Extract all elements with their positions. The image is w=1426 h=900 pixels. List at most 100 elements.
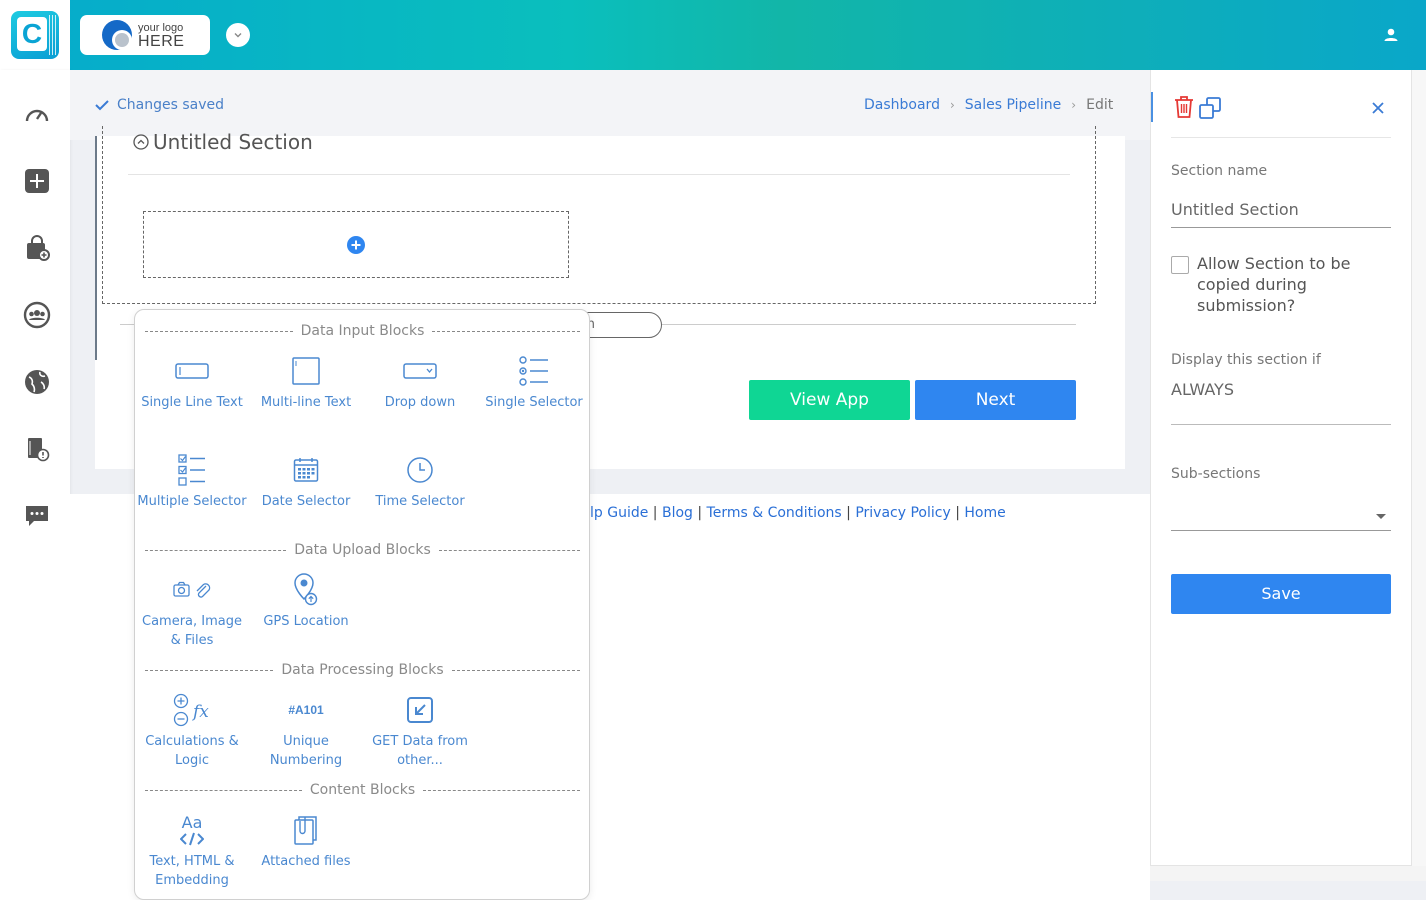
panel-header-divider <box>1171 137 1391 138</box>
section-divider <box>128 174 1070 175</box>
app-store-bag-icon[interactable] <box>22 233 52 263</box>
footer-link-blog[interactable]: Blog <box>662 505 693 521</box>
duplicate-copy-icon[interactable] <box>1198 96 1222 120</box>
delete-trash-icon[interactable] <box>1173 95 1195 119</box>
group-title-data-upload: Data Upload Blocks <box>294 542 431 558</box>
palette-group-header: Content Blocks <box>145 780 581 800</box>
attached-files-icon <box>294 816 317 845</box>
get-data-icon <box>407 697 433 723</box>
canvas-left-accent <box>95 136 97 360</box>
code-brackets-icon <box>180 832 204 846</box>
panel-bottom-shadow <box>1150 866 1426 881</box>
breadcrumb-sales-pipeline[interactable]: Sales Pipeline <box>965 97 1062 113</box>
globe-icon[interactable] <box>22 367 52 397</box>
close-icon[interactable] <box>1372 102 1384 114</box>
section-name-underline <box>1171 227 1391 228</box>
save-button[interactable]: Save <box>1171 574 1391 614</box>
chevron-down-icon <box>234 33 242 38</box>
svg-text:fx: fx <box>191 702 209 722</box>
brand-big-text: HERE <box>138 33 185 50</box>
dropdown-arrow-icon <box>1376 514 1386 519</box>
app-logo-icon: C <box>11 11 59 59</box>
block-palette: Data Input Blocks Single Line Text Multi… <box>134 309 590 900</box>
group-title-content: Content Blocks <box>309 782 416 798</box>
block-camera-image-files[interactable]: Camera, Image & Files <box>135 570 249 650</box>
dashboard-gauge-icon[interactable] <box>22 100 52 130</box>
section-title: Untitled Section <box>153 130 313 154</box>
dropdown-icon <box>403 363 437 379</box>
add-block-dropzone[interactable] <box>143 211 569 278</box>
block-get-data[interactable]: GET Data from other... <box>363 690 477 770</box>
footer-link-guide[interactable]: lp Guide <box>590 505 648 521</box>
display-if-label: Display this section if <box>1171 352 1321 368</box>
add-app-icon[interactable] <box>22 166 52 196</box>
section-header[interactable]: Untitled Section <box>133 130 313 154</box>
footer-link-terms[interactable]: Terms & Conditions <box>707 505 842 521</box>
block-multi-line-text[interactable]: Multi-line Text <box>249 351 363 412</box>
guide-book-icon[interactable] <box>22 434 52 464</box>
camera-clip-icon <box>173 581 211 598</box>
breadcrumb-edit: Edit <box>1086 97 1114 113</box>
add-circle-icon[interactable] <box>347 235 365 254</box>
multiple-selector-icon <box>178 454 205 486</box>
chat-support-icon[interactable] <box>22 501 52 531</box>
hash-numbering-icon: #A101 <box>288 703 324 717</box>
checkmark-icon <box>95 100 109 111</box>
app-logo[interactable]: C <box>0 0 70 70</box>
clock-icon <box>407 457 433 483</box>
calendar-icon <box>293 458 319 482</box>
subsections-underline <box>1171 530 1391 531</box>
multi-line-text-icon <box>292 357 320 385</box>
block-calculations-logic[interactable]: fx Calculations & Logic <box>135 690 249 770</box>
brand-dropdown-button[interactable] <box>226 23 250 47</box>
block-gps-location[interactable]: GPS Location <box>249 570 363 631</box>
view-app-button[interactable]: View App <box>749 380 910 420</box>
next-button[interactable]: Next <box>915 380 1076 420</box>
user-icon[interactable] <box>1381 25 1401 45</box>
section-name-label: Section name <box>1171 163 1268 179</box>
section-properties-panel: Section name Untitled Section Allow Sect… <box>1150 70 1412 866</box>
palette-group-header: Data Processing Blocks <box>145 660 580 680</box>
block-time-selector[interactable]: Time Selector <box>363 450 477 511</box>
group-title-data-processing: Data Processing Blocks <box>281 662 444 678</box>
single-selector-icon <box>519 356 548 386</box>
footer-link-privacy[interactable]: Privacy Policy <box>855 505 950 521</box>
save-status: Changes saved <box>95 97 224 113</box>
panel-accent-bar <box>1151 92 1153 122</box>
palette-group-header: Data Input Blocks <box>145 321 580 341</box>
brand-text: your logo HERE <box>138 22 185 50</box>
calculation-fx-icon: fx <box>173 693 209 727</box>
right-gutter <box>1412 70 1426 866</box>
display-if-underline <box>1171 424 1391 425</box>
block-date-selector[interactable]: Date Selector <box>249 450 363 511</box>
top-header <box>0 0 1426 70</box>
section-name-input[interactable]: Untitled Section <box>1171 200 1299 219</box>
chevron-right-icon: › <box>1071 98 1077 112</box>
breadcrumb-dashboard[interactable]: Dashboard <box>864 97 940 113</box>
block-unique-numbering[interactable]: #A101 Unique Numbering <box>249 690 363 770</box>
block-single-selector[interactable]: Single Selector <box>477 351 589 412</box>
block-multiple-selector[interactable]: Multiple Selector <box>135 450 249 511</box>
text-html-icon: Aa <box>181 813 203 832</box>
chevron-right-icon: › <box>949 98 955 112</box>
allow-copy-label: Allow Section to be copied during submis… <box>1197 254 1351 315</box>
team-users-icon[interactable] <box>22 300 52 330</box>
gps-pin-icon <box>294 573 318 606</box>
block-single-line-text[interactable]: Single Line Text <box>135 351 249 412</box>
brand-circle-icon <box>102 20 132 50</box>
brand-logo[interactable]: your logo HERE <box>80 15 210 55</box>
block-text-html-embedding[interactable]: Aa Text, HTML & Embedding <box>135 810 249 890</box>
breadcrumb: Dashboard › Sales Pipeline › Edit <box>864 97 1113 113</box>
collapse-chevron-icon[interactable] <box>133 134 149 150</box>
single-line-text-icon <box>175 363 209 379</box>
subsections-label: Sub-sections <box>1171 466 1261 482</box>
subsections-select[interactable] <box>1171 502 1391 530</box>
footer-link-home[interactable]: Home <box>964 505 1005 521</box>
left-nav <box>0 70 70 900</box>
block-attached-files[interactable]: Attached files <box>249 810 363 871</box>
allow-copy-checkbox[interactable] <box>1171 256 1189 274</box>
display-if-value[interactable]: ALWAYS <box>1171 380 1234 399</box>
block-drop-down[interactable]: Drop down <box>363 351 477 412</box>
palette-group-header: Data Upload Blocks <box>145 540 581 560</box>
group-title-data-input: Data Input Blocks <box>300 323 425 339</box>
